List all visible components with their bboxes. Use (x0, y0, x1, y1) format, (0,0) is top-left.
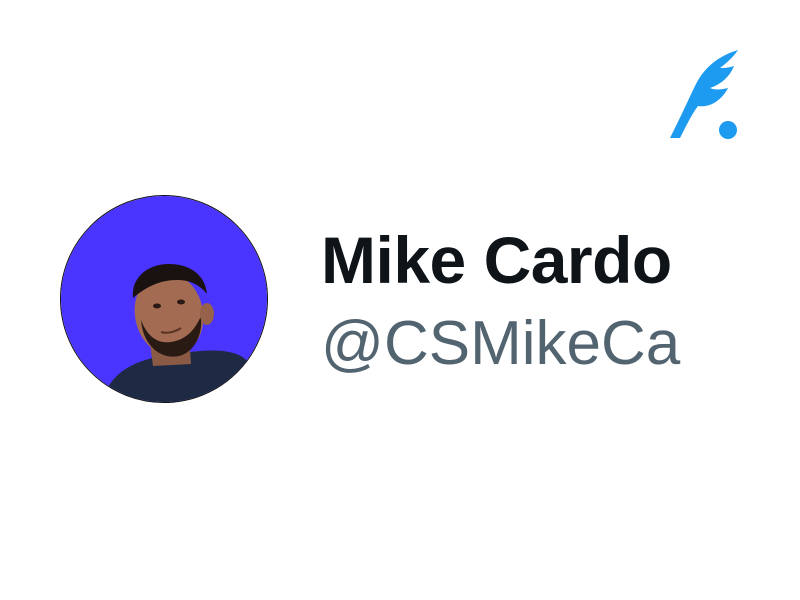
quill-feather-icon (666, 46, 742, 140)
handle[interactable]: @CSMikeCardo (321, 306, 681, 382)
avatar[interactable] (60, 195, 268, 403)
name-block: Mike Cardo @CSMikeCardo (321, 218, 681, 382)
profile-card: Mike Cardo @CSMikeCardo (0, 0, 800, 600)
display-name[interactable]: Mike Cardo (321, 218, 681, 302)
